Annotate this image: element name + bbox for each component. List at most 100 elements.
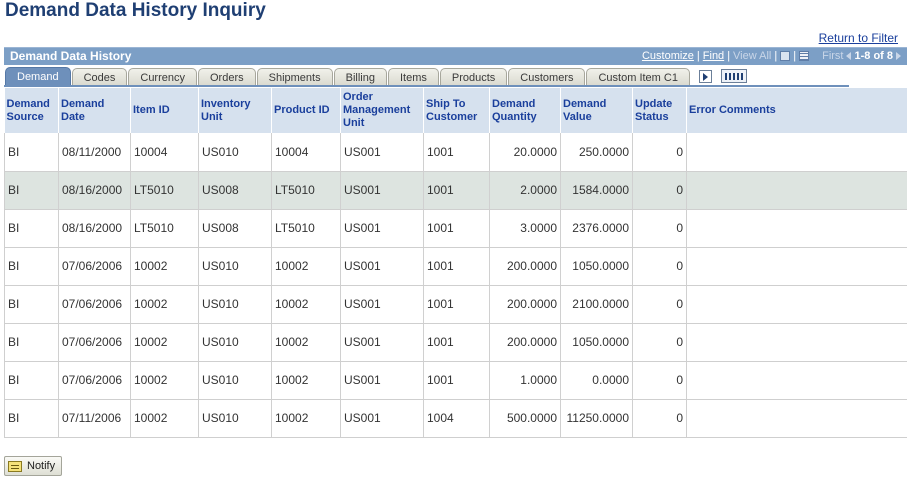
cell-error-comments — [686, 323, 907, 362]
cell-demand-date: 08/16/2000 — [58, 209, 131, 248]
cell-demand-value: 2100.0000 — [560, 285, 633, 324]
cell-demand-quantity: 3.0000 — [489, 209, 561, 248]
cell-update-status: 0 — [632, 361, 687, 400]
col-update-status[interactable]: Update Status — [632, 88, 687, 133]
tab-billing[interactable]: Billing — [333, 68, 387, 86]
col-demand-source[interactable]: Demand Source — [4, 88, 59, 133]
cell-demand-date: 07/06/2006 — [58, 285, 131, 324]
tab-orders[interactable]: Orders — [198, 68, 256, 86]
cell-demand-date: 07/11/2006 — [58, 399, 131, 438]
tab-products[interactable]: Products — [439, 68, 508, 86]
cell-demand-source: BI — [4, 209, 59, 248]
nav-separator: | — [727, 50, 731, 62]
cell-ship-to-customer: 1001 — [423, 323, 490, 362]
table-row[interactable]: BI 07/11/2006 10002 US010 10002 US001 1004 500.… — [4, 399, 907, 438]
cell-order-management-unit: US001 — [340, 209, 424, 248]
spreadsheet-icon[interactable] — [799, 51, 810, 61]
first-link[interactable]: First — [822, 50, 843, 62]
cell-product-id: LT5010 — [271, 171, 341, 210]
cell-product-id: 10002 — [271, 399, 341, 438]
cell-error-comments — [686, 399, 907, 438]
tab-customers[interactable]: Customers — [508, 68, 586, 86]
col-item-id[interactable]: Item ID — [130, 88, 199, 133]
tab-underline — [4, 85, 849, 87]
return-to-filter-link[interactable]: Return to Filter — [819, 31, 898, 45]
grid-navigation: Customize | Find | View All | | First 1-… — [642, 50, 901, 62]
notify-icon — [8, 460, 22, 472]
cell-inventory-unit: US010 — [198, 399, 272, 438]
cell-update-status: 0 — [632, 171, 687, 210]
row-count: 1-8 of 8 — [854, 50, 893, 62]
cell-error-comments — [686, 209, 907, 248]
tab-codes[interactable]: Codes — [71, 68, 128, 86]
cell-demand-date: 07/06/2006 — [58, 361, 131, 400]
cell-item-id: 10002 — [130, 399, 199, 438]
cell-update-status: 0 — [632, 399, 687, 438]
cell-demand-date: 08/16/2000 — [58, 171, 131, 210]
cell-ship-to-customer: 1001 — [423, 285, 490, 324]
table-row[interactable]: BI 07/06/2006 10002 US010 10002 US001 1001 200.… — [4, 323, 907, 362]
table-row[interactable]: BI 07/06/2006 10002 US010 10002 US001 1001 1.00… — [4, 361, 907, 400]
cell-item-id: LT5010 — [130, 171, 199, 210]
cell-ship-to-customer: 1001 — [423, 209, 490, 248]
cell-demand-quantity: 1.0000 — [489, 361, 561, 400]
table-row[interactable]: BI 07/06/2006 10002 US010 10002 US001 1001 200.… — [4, 247, 907, 286]
next-tab-arrow-icon[interactable] — [698, 70, 712, 83]
col-inventory-unit[interactable]: Inventory Unit — [198, 88, 272, 133]
table-row[interactable]: BI 07/06/2006 10002 US010 10002 US001 1001 200.… — [4, 285, 907, 324]
cell-error-comments — [686, 247, 907, 286]
cell-item-id: 10002 — [130, 323, 199, 362]
table-header-row: Demand Source Demand Date Item ID Invent… — [4, 88, 907, 133]
cell-inventory-unit: US008 — [198, 209, 272, 248]
col-product-id[interactable]: Product ID — [271, 88, 341, 133]
table-row[interactable]: BI 08/16/2000 LT5010 US008 LT5010 US001 1001 3.… — [4, 209, 907, 248]
col-error-comments[interactable]: Error Comments — [686, 88, 907, 133]
view-all-link[interactable]: View All — [733, 50, 771, 62]
col-demand-quantity[interactable]: Demand Quantity — [489, 88, 561, 133]
col-demand-date[interactable]: Demand Date — [58, 88, 131, 133]
cell-demand-quantity: 200.0000 — [489, 323, 561, 362]
cell-item-id: 10004 — [130, 133, 199, 172]
demand-history-table: Demand Source Demand Date Item ID Invent… — [4, 88, 907, 438]
grid-header-bar: Demand Data History Customize | Find | V… — [4, 47, 907, 65]
cell-update-status: 0 — [632, 133, 687, 172]
customize-link[interactable]: Customize — [642, 50, 694, 62]
tab-shipments[interactable]: Shipments — [256, 68, 333, 86]
cell-update-status: 0 — [632, 247, 687, 286]
cell-product-id: 10002 — [271, 361, 341, 400]
table-row[interactable]: BI 08/11/2000 10004 US010 10004 US001 1001 20.0… — [4, 133, 907, 172]
table-row[interactable]: BI 08/16/2000 LT5010 US008 LT5010 US001 1001 2.… — [4, 171, 907, 210]
tab-demand[interactable]: Demand — [5, 67, 71, 86]
cell-ship-to-customer: 1004 — [423, 399, 490, 438]
tab-custom-item-c1[interactable]: Custom Item C1 — [586, 68, 690, 86]
nav-separator: | — [696, 50, 700, 62]
cell-demand-quantity: 500.0000 — [489, 399, 561, 438]
cell-demand-quantity: 200.0000 — [489, 285, 561, 324]
cell-demand-date: 07/06/2006 — [58, 323, 131, 362]
show-all-columns-icon[interactable] — [720, 69, 747, 83]
cell-inventory-unit: US010 — [198, 361, 272, 400]
cell-inventory-unit: US010 — [198, 133, 272, 172]
previous-arrow-icon[interactable] — [846, 52, 852, 60]
cell-demand-source: BI — [4, 171, 59, 210]
next-arrow-icon[interactable] — [896, 52, 901, 60]
cell-product-id: 10004 — [271, 133, 341, 172]
cell-demand-source: BI — [4, 133, 59, 172]
cell-ship-to-customer: 1001 — [423, 171, 490, 210]
cell-demand-value: 250.0000 — [560, 133, 633, 172]
cell-item-id: 10002 — [130, 285, 199, 324]
col-order-management-unit[interactable]: Order Management Unit — [340, 88, 424, 133]
col-demand-value[interactable]: Demand Value — [560, 88, 633, 133]
tab-currency[interactable]: Currency — [128, 68, 197, 86]
cell-error-comments — [686, 361, 907, 400]
notify-button[interactable]: Notify — [4, 456, 63, 476]
col-ship-to-customer[interactable]: Ship To Customer — [423, 88, 490, 133]
cell-demand-date: 08/11/2000 — [58, 133, 131, 172]
tab-items[interactable]: Items — [387, 68, 439, 86]
cell-update-status: 0 — [632, 285, 687, 324]
cell-inventory-unit: US010 — [198, 323, 272, 362]
download-icon[interactable] — [780, 51, 791, 61]
find-link[interactable]: Find — [703, 50, 724, 62]
cell-order-management-unit: US001 — [340, 285, 424, 324]
cell-demand-source: BI — [4, 361, 59, 400]
